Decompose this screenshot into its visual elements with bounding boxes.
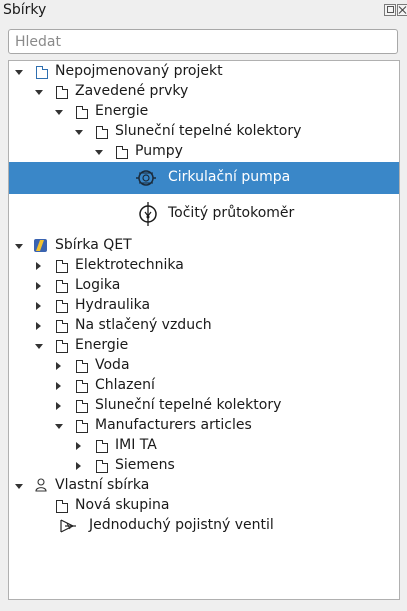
tree-item-circulation-pump[interactable]: Cirkulační pumpa	[9, 162, 399, 194]
expand-arrow-icon[interactable]	[55, 424, 63, 429]
pump-symbol-icon	[136, 170, 156, 186]
tree-item-new-group[interactable]: Nová skupina	[9, 496, 399, 516]
tree-item-label: Siemens	[115, 457, 175, 473]
folder-icon	[76, 380, 88, 393]
user-icon	[35, 478, 47, 492]
folder-icon	[76, 400, 88, 413]
tree-item-pneumatic[interactable]: Na stlačený vzduch	[9, 316, 399, 336]
tree-item-label: Manufacturers articles	[95, 417, 252, 433]
tree-item-flowmeter[interactable]: Točitý průtokoměr	[9, 198, 399, 230]
expand-arrow-icon[interactable]	[15, 244, 23, 249]
tree-item-qet-solar[interactable]: Sluneční tepelné kolektory	[9, 396, 399, 416]
folder-icon	[56, 340, 68, 353]
tree-item-label: Sbírka QET	[55, 237, 132, 253]
folder-icon	[76, 420, 88, 433]
tree-item-label: Elektrotechnika	[75, 257, 184, 273]
qet-logo-icon	[34, 239, 47, 252]
folder-icon	[56, 280, 68, 293]
expand-arrow-icon[interactable]	[15, 484, 23, 489]
collections-tree[interactable]: Nepojmenovaný projekt Zavedené prvky Ene…	[8, 60, 400, 600]
float-panel-icon[interactable]	[384, 4, 396, 16]
collapse-arrow-icon[interactable]	[76, 442, 81, 450]
collapse-arrow-icon[interactable]	[56, 382, 61, 390]
tree-item-pumpy[interactable]: Pumpy	[9, 142, 399, 162]
folder-icon	[56, 500, 68, 513]
tree-item-elektrotechnika[interactable]: Elektrotechnika	[9, 256, 399, 276]
tree-item-voda[interactable]: Voda	[9, 356, 399, 376]
expand-arrow-icon[interactable]	[35, 90, 43, 95]
relief-valve-symbol-icon	[60, 519, 76, 533]
collapse-arrow-icon[interactable]	[36, 302, 41, 310]
tree-item-imi-ta[interactable]: IMI TA	[9, 436, 399, 456]
tree-item-qet-energie[interactable]: Energie	[9, 336, 399, 356]
flowmeter-symbol-icon	[139, 202, 157, 226]
tree-item-label: Jednoduchý pojistný ventil	[89, 517, 274, 533]
folder-icon	[96, 126, 108, 139]
tree-item-label: IMI TA	[115, 437, 157, 453]
folder-icon	[96, 440, 108, 453]
expand-arrow-icon[interactable]	[15, 70, 23, 75]
folder-icon	[56, 320, 68, 333]
collapse-arrow-icon[interactable]	[36, 322, 41, 330]
tree-item-label: Sluneční tepelné kolektory	[115, 123, 302, 139]
tree-item-label: Zavedené prvky	[75, 83, 189, 99]
tree-item-label: Sluneční tepelné kolektory	[95, 397, 282, 413]
tree-item-label: Logika	[75, 277, 121, 293]
close-panel-icon[interactable]	[397, 4, 407, 16]
tree-item-label: Energie	[95, 103, 149, 119]
tree-item-hydraulika[interactable]: Hydraulika	[9, 296, 399, 316]
tree-item-label: Chlazení	[95, 377, 155, 393]
collapse-arrow-icon[interactable]	[56, 402, 61, 410]
panel-titlebar: Sbírky	[0, 0, 407, 22]
tree-item-label: Cirkulační pumpa	[168, 169, 291, 185]
collapse-arrow-icon[interactable]	[36, 262, 41, 270]
expand-arrow-icon[interactable]	[75, 130, 83, 135]
project-icon	[36, 66, 48, 79]
tree-item-custom-collection[interactable]: Vlastní sbírka	[9, 476, 399, 496]
folder-icon	[56, 300, 68, 313]
panel-title: Sbírky	[3, 2, 47, 18]
tree-item-label: Energie	[75, 337, 129, 353]
expand-arrow-icon[interactable]	[95, 150, 103, 155]
tree-item-label: Nepojmenovaný projekt	[55, 63, 223, 79]
tree-item-label: Na stlačený vzduch	[75, 317, 212, 333]
folder-icon	[116, 146, 128, 159]
tree-item-relief-valve[interactable]: Jednoduchý pojistný ventil	[9, 516, 399, 536]
expand-arrow-icon[interactable]	[55, 110, 63, 115]
tree-item-project[interactable]: Nepojmenovaný projekt	[9, 62, 399, 82]
tree-item-label: Pumpy	[135, 143, 183, 159]
expand-arrow-icon[interactable]	[35, 344, 43, 349]
tree-item-siemens[interactable]: Siemens	[9, 456, 399, 476]
tree-item-label: Točitý průtokoměr	[168, 205, 295, 221]
folder-icon	[76, 106, 88, 119]
tree-item-solar[interactable]: Sluneční tepelné kolektory	[9, 122, 399, 142]
collapse-arrow-icon[interactable]	[76, 462, 81, 470]
folder-icon	[96, 460, 108, 473]
tree-item-label: Hydraulika	[75, 297, 151, 313]
tree-item-label: Vlastní sbírka	[55, 477, 150, 493]
collapse-arrow-icon[interactable]	[36, 282, 41, 290]
tree-item-manufacturers[interactable]: Manufacturers articles	[9, 416, 399, 436]
tree-item-qet-collection[interactable]: Sbírka QET	[9, 236, 399, 256]
folder-icon	[76, 360, 88, 373]
folder-icon	[56, 260, 68, 273]
search-input[interactable]	[8, 29, 398, 54]
folder-icon	[56, 86, 68, 99]
tree-item-label: Voda	[95, 357, 130, 373]
tree-item-label: Nová skupina	[75, 497, 170, 513]
tree-item-chlazeni[interactable]: Chlazení	[9, 376, 399, 396]
tree-item-energie[interactable]: Energie	[9, 102, 399, 122]
collapse-arrow-icon[interactable]	[56, 362, 61, 370]
tree-item-logika[interactable]: Logika	[9, 276, 399, 296]
tree-item-imported[interactable]: Zavedené prvky	[9, 82, 399, 102]
